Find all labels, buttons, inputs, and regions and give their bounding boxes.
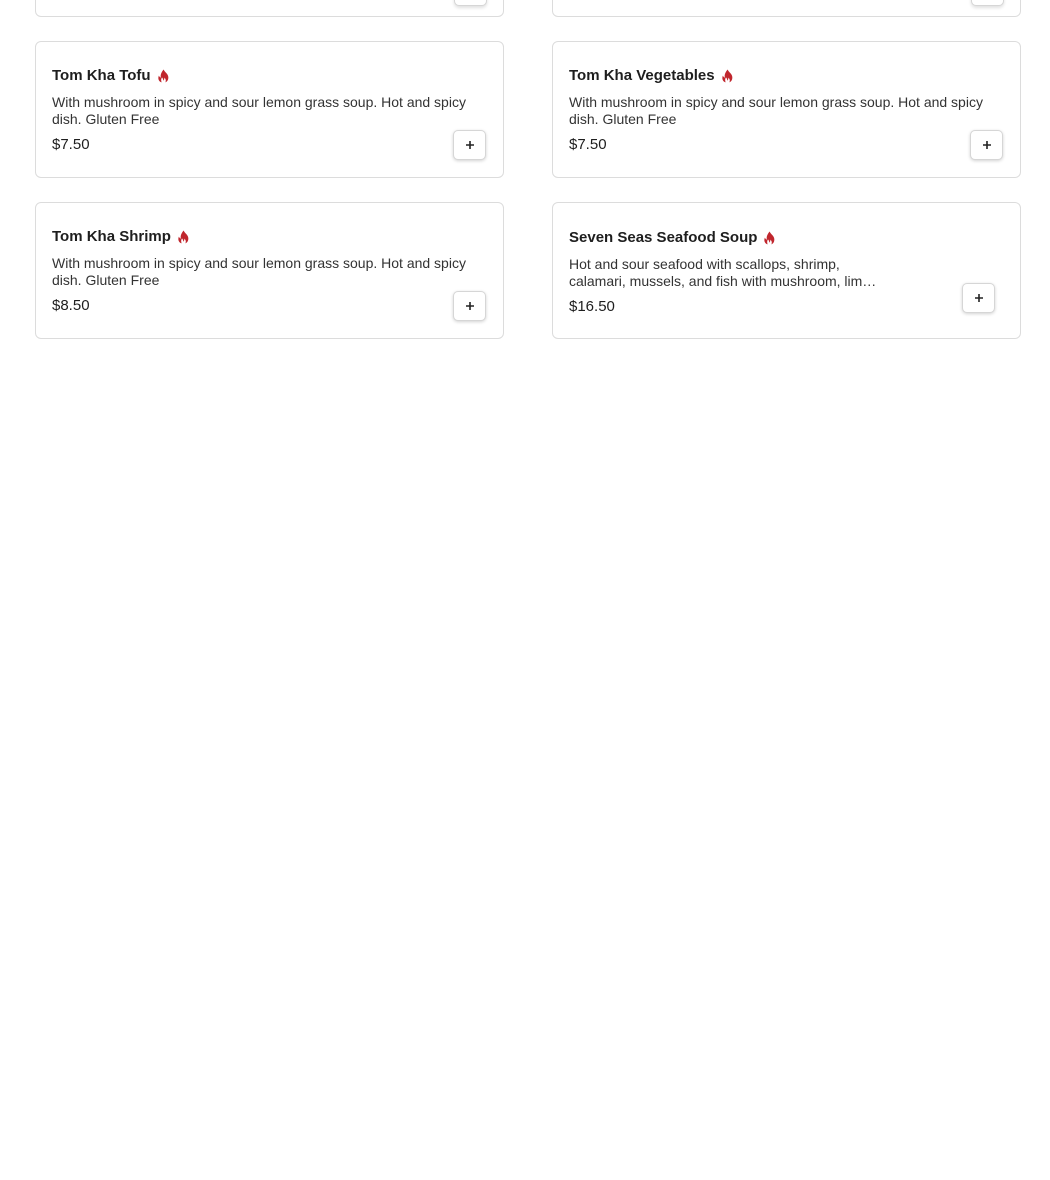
item-name: Tom Kha Shrimp (52, 228, 171, 245)
item-name: Seven Seas Seafood Soup (569, 229, 758, 246)
flame-icon (721, 69, 734, 83)
flame-icon (157, 69, 170, 83)
menu-item-card-partial[interactable] (552, 0, 1021, 17)
item-title-row: Tom Kha Tofu (52, 67, 170, 84)
menu-page: Tom Kha Tofu With mushroom in spicy and … (0, 0, 1050, 1180)
item-description: With mushroom in spicy and sour lemon gr… (569, 94, 983, 127)
item-description: Hot and sour seafood with scallops, shri… (569, 256, 877, 289)
add-to-cart-button[interactable] (453, 130, 486, 160)
item-title-row: Seven Seas Seafood Soup (569, 229, 776, 246)
menu-item-card[interactable]: Tom Kha Shrimp With mushroom in spicy an… (35, 202, 504, 339)
item-description: With mushroom in spicy and sour lemon gr… (52, 94, 466, 127)
add-to-cart-button[interactable] (454, 0, 487, 6)
item-description: With mushroom in spicy and sour lemon gr… (52, 255, 466, 288)
item-name: Tom Kha Tofu (52, 67, 151, 84)
item-name: Tom Kha Vegetables (569, 67, 715, 84)
plus-icon (465, 302, 474, 310)
item-price: $8.50 (52, 297, 90, 314)
item-title-row: Tom Kha Shrimp (52, 228, 190, 245)
item-price: $7.50 (569, 136, 607, 153)
menu-item-card[interactable]: Tom Kha Tofu With mushroom in spicy and … (35, 41, 504, 178)
item-price: $16.50 (569, 298, 615, 315)
add-to-cart-button[interactable] (970, 130, 1003, 160)
add-to-cart-button[interactable] (453, 291, 486, 321)
menu-item-card-partial[interactable] (35, 0, 504, 17)
item-title-row: Tom Kha Vegetables (569, 67, 734, 84)
item-price: $7.50 (52, 136, 90, 153)
menu-item-card[interactable]: Tom Kha Vegetables With mushroom in spic… (552, 41, 1021, 178)
add-to-cart-button[interactable] (971, 0, 1004, 6)
menu-item-card[interactable]: Seven Seas Seafood Soup Hot and sour sea… (552, 202, 1021, 339)
plus-icon (974, 294, 983, 302)
plus-icon (982, 141, 991, 149)
plus-icon (465, 141, 474, 149)
add-to-cart-button[interactable] (962, 283, 995, 313)
flame-icon (177, 230, 190, 244)
flame-icon (763, 231, 776, 245)
